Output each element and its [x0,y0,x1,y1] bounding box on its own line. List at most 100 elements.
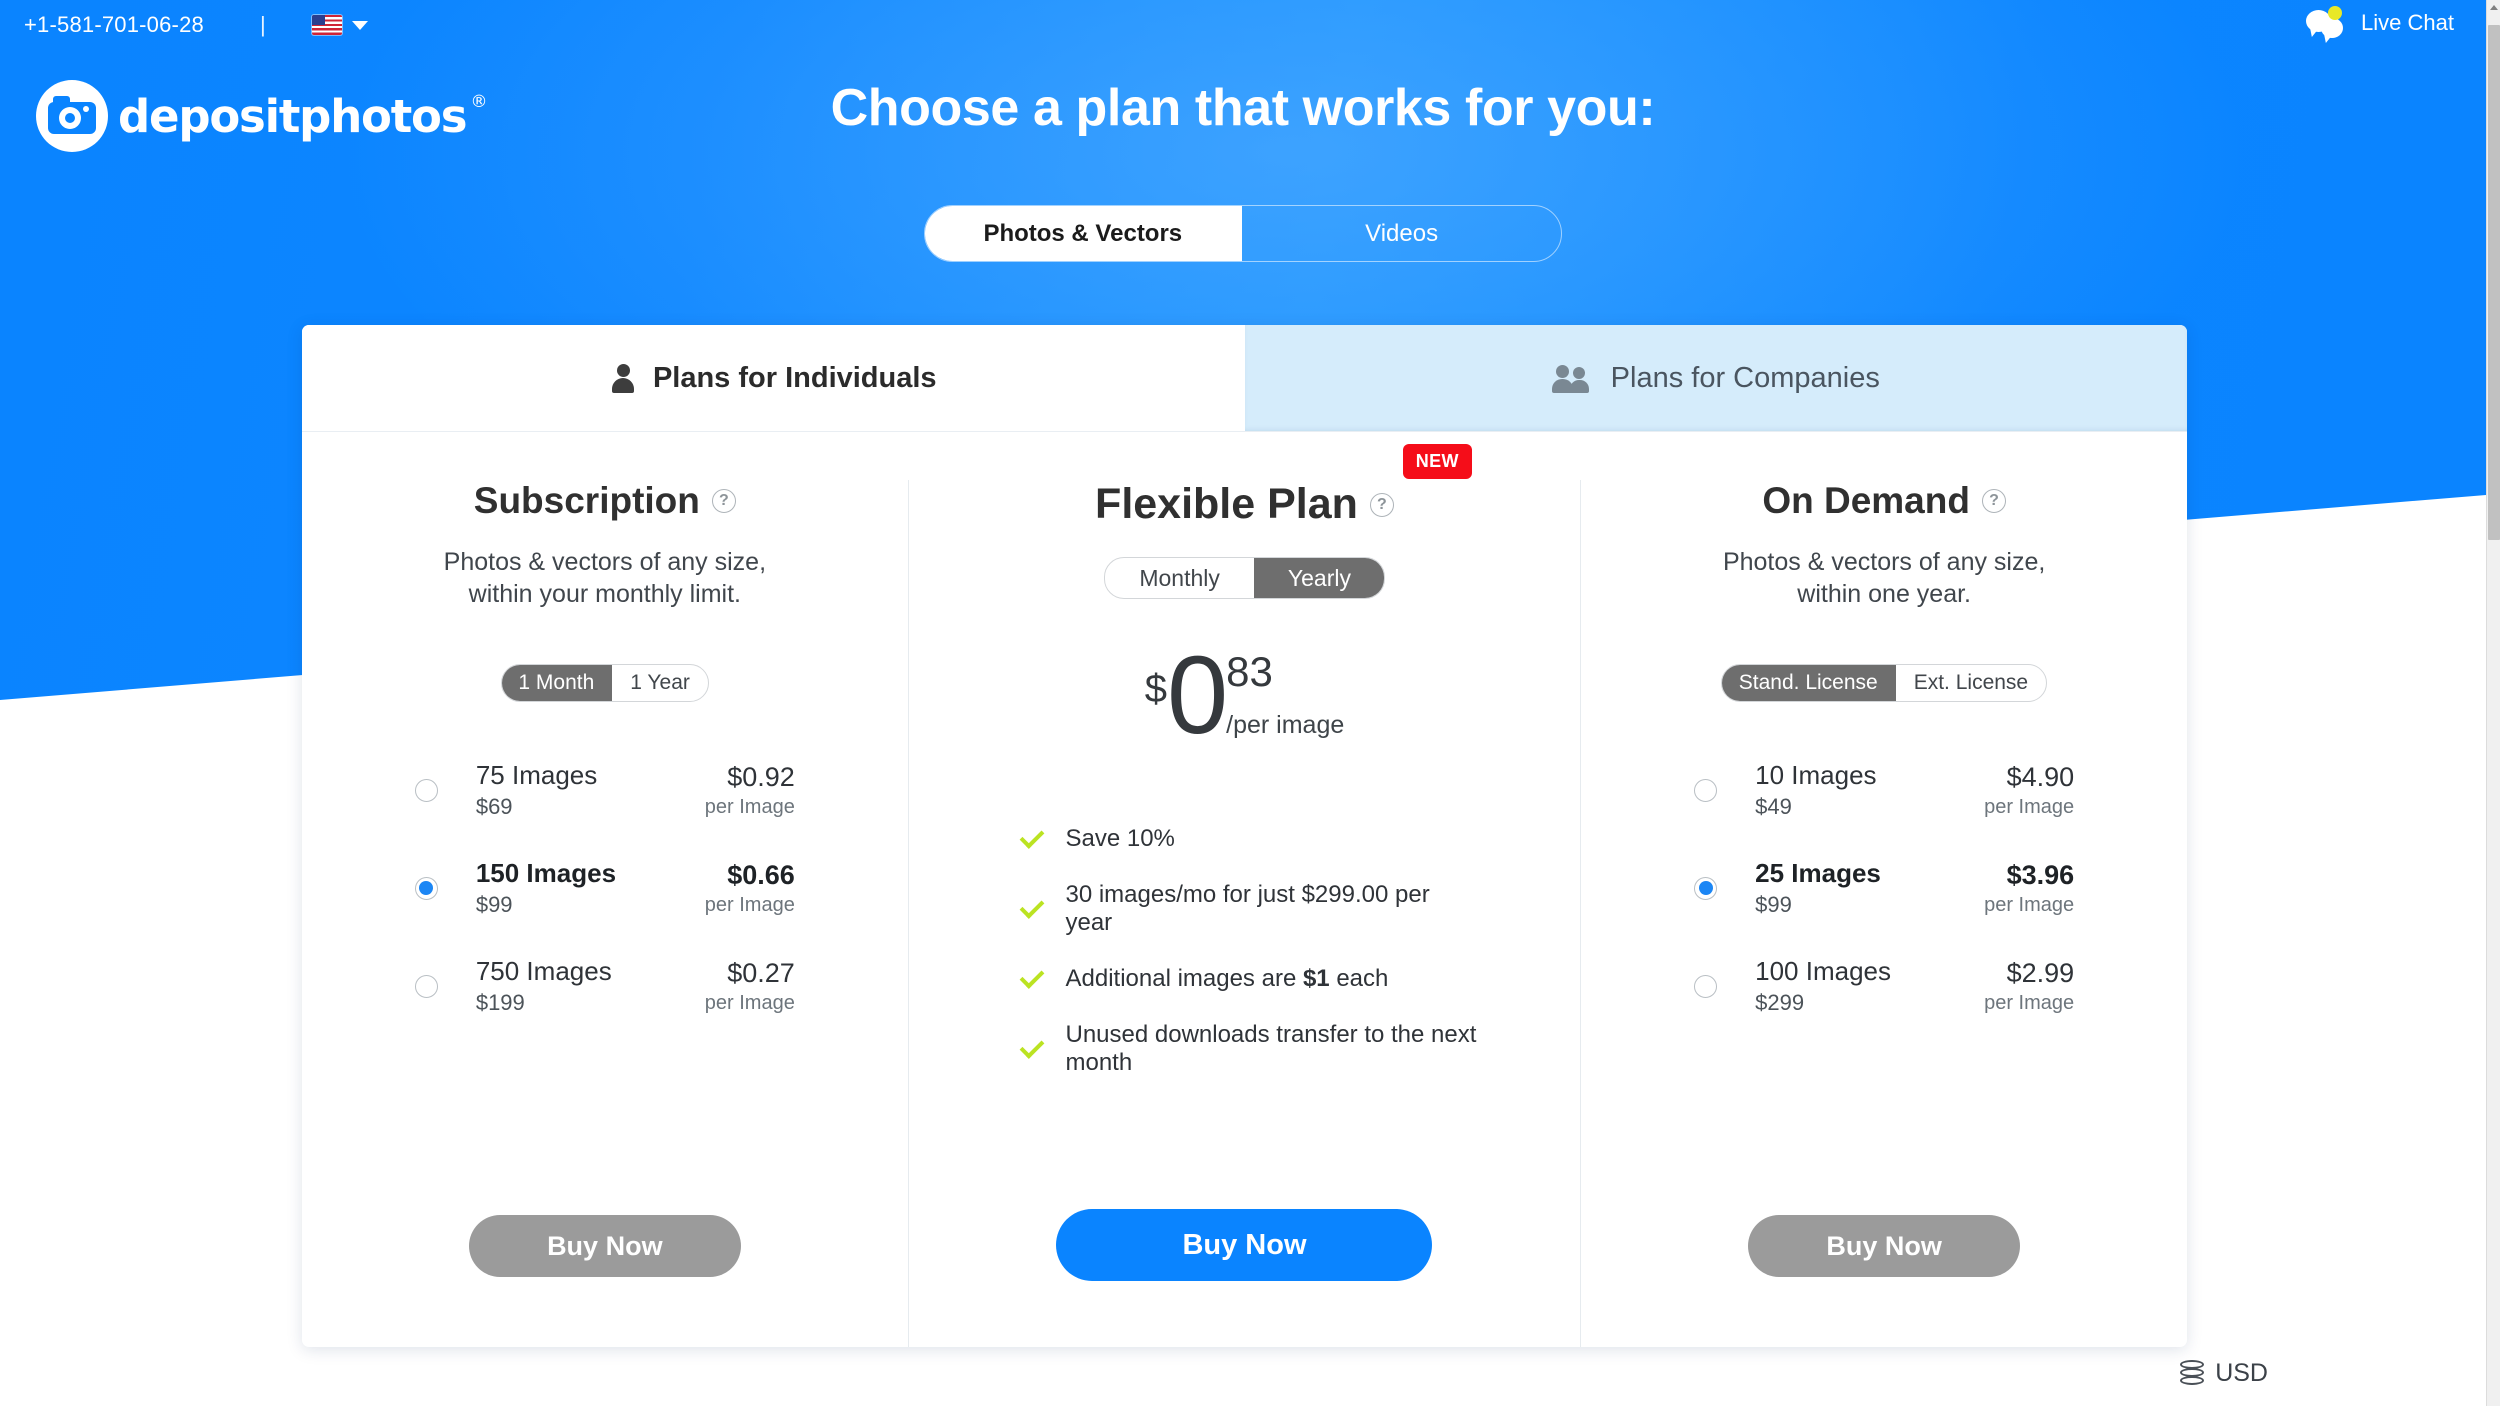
flexible-buy-now-button[interactable]: Buy Now [1056,1209,1433,1281]
top-bar: +1-581-701-06-28 | [0,0,2486,50]
subscription-option-150[interactable]: 150 Images $99 $0.66 per Image [414,858,795,918]
option-per-label: per Image [1984,893,2075,916]
price-currency-symbol: $ [1144,667,1167,711]
subscription-options: 75 Images $69 $0.92 per Image 150 Images… [414,760,795,1016]
subscription-period-1-year[interactable]: 1 Year [612,665,708,701]
us-flag-icon [311,15,342,35]
currency-selector[interactable]: USD [2180,1359,2268,1388]
feature-text-composite: Additional images are $1 each [1065,965,1388,993]
question-circle-icon[interactable]: ? [1369,492,1394,517]
scroll-up-arrow-icon[interactable] [2487,0,2500,14]
language-selector[interactable] [311,15,368,35]
subscription-period-toggle[interactable]: 1 Month 1 Year [500,664,709,702]
subscription-period-toggle-wrap: 1 Month 1 Year [500,664,709,702]
on-demand-option-100[interactable]: 100 Images $299 $2.99 per Image [1694,956,2074,1016]
subscription-option-75[interactable]: 75 Images $69 $0.92 per Image [414,760,795,820]
on-demand-license-toggle-wrap: Stand. License Ext. License [1721,664,2048,702]
chat-bubbles-icon [2306,6,2348,40]
on-demand-option-25[interactable]: 25 Images $99 $3.96 per Image [1694,858,2074,918]
flexible-title-row: Flexible Plan ? NEW [1095,444,1472,529]
on-demand-options: 10 Images $49 $4.90 per Image 25 Images … [1694,760,2074,1016]
question-circle-icon[interactable]: ? [711,489,736,513]
phone-number-link[interactable]: +1-581-701-06-28 [24,12,204,38]
option-left: 150 Images $99 [476,858,616,918]
subscription-title-row: Subscription ? [474,480,736,522]
subscription-title: Subscription [473,480,700,521]
license-extended[interactable]: Ext. License [1896,665,2046,701]
feature-text-pre: Additional images are [1065,965,1303,992]
flexible-price-display: $ 0 83 /per image [1144,640,1345,765]
live-chat-label: Live Chat [2361,10,2454,35]
option-total: $69 [475,794,513,819]
media-type-toggle[interactable]: Photos & Vectors Videos [924,205,1562,262]
chevron-down-icon [351,20,368,30]
option-per-label: per Image [704,795,795,818]
on-demand-title: On Demand [1762,480,1970,521]
radio-icon[interactable] [414,778,438,802]
option-count: 10 Images [1755,760,1877,790]
feature-item: Additional images are $1 each [1020,964,1479,993]
flexible-period-toggle-wrap: Monthly Yearly [1104,557,1385,599]
option-price: $0.27 [727,957,795,988]
option-price: $0.66 [727,859,795,890]
price-cents: 83 [1226,648,1273,695]
flexible-feature-list: Save 10% 30 images/mo for just $299.00 p… [1009,824,1479,1077]
subscription-buy-now-button[interactable]: Buy Now [468,1215,741,1277]
radio-icon[interactable] [414,974,438,998]
check-icon [1020,1034,1045,1059]
option-left: 75 Images $69 [476,760,597,820]
feature-text-bold: $1 [1302,965,1330,992]
on-demand-option-10[interactable]: 10 Images $49 $4.90 per Image [1694,760,2074,820]
tab-plans-for-individuals[interactable]: Plans for Individuals [302,325,1245,431]
subscription-option-750[interactable]: 750 Images $199 $0.27 per Image [414,956,795,1016]
flexible-period-monthly[interactable]: Monthly [1105,558,1254,598]
radio-icon[interactable] [1694,876,1718,900]
feature-item: Unused downloads transfer to the next mo… [1020,1021,1479,1077]
option-left: 25 Images $99 [1755,858,1881,918]
option-right: $2.99 per Image [1984,958,2074,1015]
option-per-label: per Image [1984,991,2075,1014]
on-demand-subtitle-line1: Photos & vectors of any size, [1722,548,2046,576]
license-standard[interactable]: Stand. License [1722,665,1896,701]
option-total: $199 [475,990,525,1015]
option-right: $0.66 per Image [705,860,795,917]
subscription-subtitle-line1: Photos & vectors of any size, [443,548,767,576]
on-demand-license-toggle[interactable]: Stand. License Ext. License [1721,664,2048,702]
radio-icon[interactable] [1694,974,1718,998]
on-demand-subtitle: Photos & vectors of any size, within one… [1723,546,2045,610]
option-price: $4.90 [2006,761,2075,792]
page-title: Choose a plan that works for you: [830,79,1656,137]
question-circle-icon[interactable]: ? [1981,489,2006,513]
plan-columns: Subscription ? Photos & vectors of any s… [302,432,2187,1347]
option-left: 750 Images $199 [476,956,612,1016]
feature-text: Unused downloads transfer to the next mo… [1065,1021,1477,1076]
option-total: $299 [1755,990,1805,1015]
radio-icon[interactable] [414,876,438,900]
check-icon [1020,964,1045,989]
flexible-title: Flexible Plan [1095,480,1358,528]
currency-label: USD [2215,1359,2268,1387]
subscription-period-1-month[interactable]: 1 Month [501,665,613,701]
vertical-scrollbar[interactable] [2486,0,2500,1406]
tab-plans-for-companies[interactable]: Plans for Companies [1244,325,2187,431]
option-right: $0.92 per Image [705,762,795,819]
option-per-label: per Image [704,991,795,1014]
scrollbar-thumb[interactable] [2488,25,2500,540]
media-toggle-photos-vectors[interactable]: Photos & Vectors [925,206,1243,261]
live-chat-button[interactable]: Live Chat [2306,6,2454,40]
media-toggle-videos[interactable]: Videos [1242,206,1561,261]
on-demand-subtitle-line2: within one year. [1797,580,1971,608]
price-per-label: /per image [1226,711,1345,739]
option-price: $0.92 [727,761,795,792]
option-count: 750 Images [475,956,612,986]
check-icon [1020,824,1045,849]
radio-icon[interactable] [1694,778,1718,802]
feature-item: 30 images/mo for just $299.00 per year [1020,881,1479,937]
plan-column-on-demand: On Demand ? Photos & vectors of any size… [1581,480,2187,1347]
flexible-period-toggle[interactable]: Monthly Yearly [1104,557,1385,599]
check-icon [1020,894,1045,919]
on-demand-title-row: On Demand ? [1762,480,2006,522]
flexible-period-yearly[interactable]: Yearly [1253,558,1384,598]
plan-column-flexible: Flexible Plan ? NEW Monthly Yearly $ 0 8… [909,444,1582,1347]
on-demand-buy-now-button[interactable]: Buy Now [1748,1215,2021,1277]
